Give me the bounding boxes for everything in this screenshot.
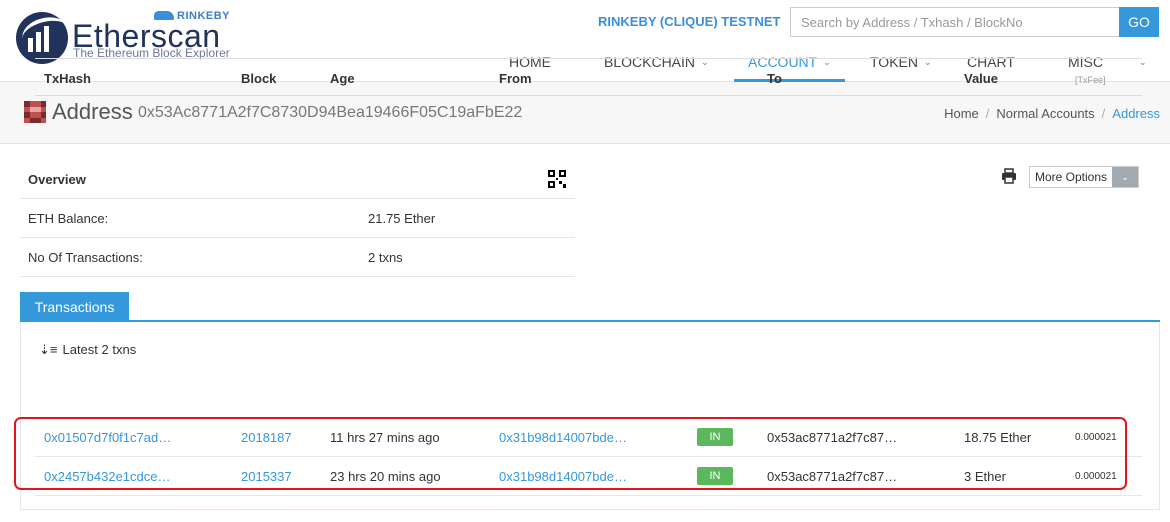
tx-age: 11 hrs 27 mins ago (330, 430, 440, 445)
breadcrumb-separator: / (985, 106, 990, 121)
direction-badge: IN (697, 467, 733, 485)
col-to: To (767, 71, 782, 86)
breadcrumb-home[interactable]: Home (944, 106, 979, 121)
overview-panel: Overview ETH Balance: 21.75 Ether No Of … (20, 160, 575, 277)
txcount-value: 2 txns (368, 250, 403, 265)
table-row: 0x2457b432e1cdce… 2015337 23 hrs 20 mins… (35, 457, 1142, 496)
overview-header: Overview (20, 160, 575, 199)
logo-icon (16, 12, 68, 64)
address-identicon (24, 101, 46, 123)
tx-value: 18.75 Ether (964, 430, 1032, 445)
overview-row-txcount: No Of Transactions: 2 txns (20, 238, 575, 277)
tx-hash-link[interactable]: 0x01507d7f0f1c7ad… (44, 430, 171, 445)
col-value: Value (964, 71, 998, 86)
tx-value: 3 Ether (964, 469, 1006, 484)
from-address-link[interactable]: 0x31b98d14007bde… (499, 430, 627, 445)
latest-txns-summary: ⇣≡ Latest 2 txns (39, 342, 137, 357)
tx-age: 23 hrs 20 mins ago (330, 469, 441, 484)
balance-value: 21.75 Ether (368, 211, 436, 226)
balance-label: ETH Balance: (28, 211, 109, 226)
col-txfee[interactable]: [TxFee] (1075, 75, 1106, 85)
from-address-link[interactable]: 0x31b98d14007bde… (499, 469, 627, 484)
table-header: TxHash Block Age From To Value [TxFee] (35, 58, 1142, 96)
breadcrumb: Home / Normal Accounts / Address (944, 106, 1160, 121)
block-link[interactable]: 2015337 (241, 469, 292, 484)
page-title: Address (52, 99, 133, 124)
breadcrumb-normal-accounts[interactable]: Normal Accounts (996, 106, 1094, 121)
direction-badge: IN (697, 428, 733, 446)
to-address: 0x53ac8771a2f7c87… (767, 469, 898, 484)
col-age: Age (330, 71, 355, 86)
txcount-label: No Of Transactions: (28, 250, 143, 265)
chevron-down-icon: ⌄ (1112, 167, 1138, 187)
col-from: From (499, 71, 532, 86)
sort-icon: ⇣≡ (39, 342, 58, 357)
table-row: 0x01507d7f0f1c7ad… 2018187 11 hrs 27 min… (35, 418, 1142, 457)
overview-row-balance: ETH Balance: 21.75 Ether (20, 199, 575, 238)
search-input[interactable] (790, 7, 1119, 37)
network-label: RINKEBY (CLIQUE) TESTNET (598, 14, 781, 29)
tx-fee: 0.000021 (1075, 471, 1117, 482)
col-txhash: TxHash (44, 71, 91, 86)
tx-hash-link[interactable]: 0x2457b432e1cdce… (44, 469, 171, 484)
more-options-button[interactable]: More Options ⌄ (1029, 166, 1139, 188)
to-address: 0x53ac8771a2f7c87… (767, 430, 898, 445)
tx-fee: 0.000021 (1075, 432, 1117, 443)
col-block: Block (241, 71, 277, 86)
breadcrumb-separator: / (1101, 106, 1106, 121)
breadcrumb-address: Address (1112, 106, 1160, 121)
print-icon[interactable] (1001, 168, 1017, 184)
block-link[interactable]: 2018187 (241, 430, 292, 445)
tab-transactions[interactable]: Transactions (20, 292, 129, 322)
search-go-button[interactable]: GO (1119, 7, 1159, 37)
overview-title: Overview (28, 172, 86, 187)
address-value: 0x53Ac8771A2f7C8730D94Bea19466F05C19aFbE… (138, 104, 523, 121)
qr-code-icon[interactable] (548, 170, 566, 188)
